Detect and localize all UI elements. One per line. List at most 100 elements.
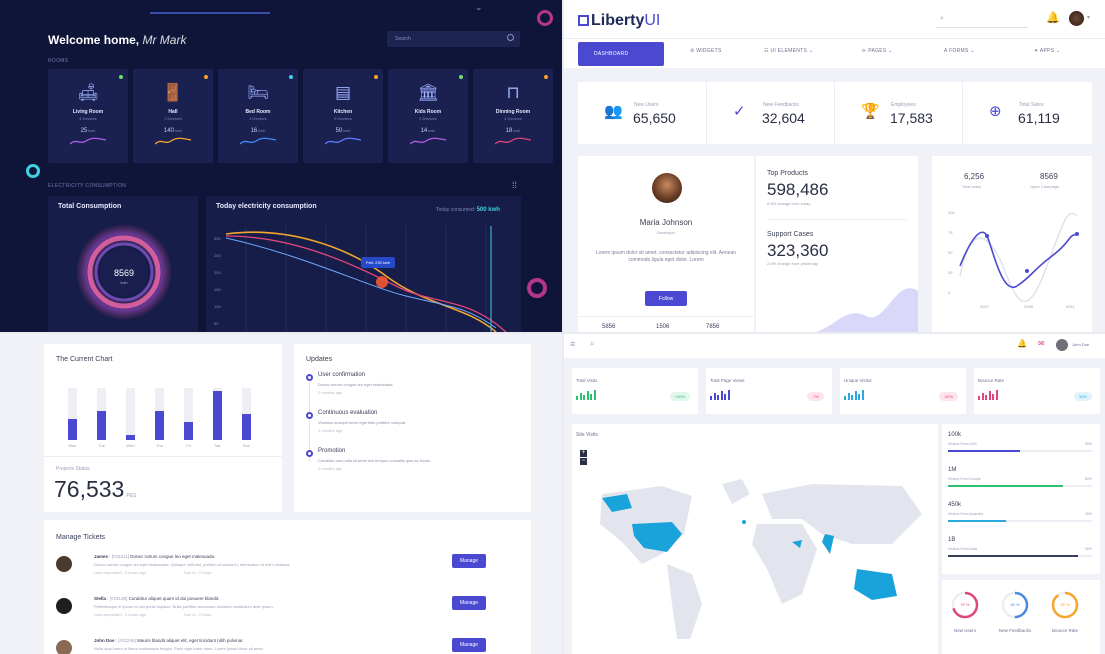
update-title: User confirmation [318, 372, 366, 378]
user-name[interactable]: John Doe [1072, 342, 1089, 347]
projects-status-value: 76,533 PES [54, 476, 137, 502]
spark-bar [861, 390, 864, 400]
liberty-logo[interactable]: LibertyUI [578, 12, 660, 30]
bar[interactable] [184, 421, 193, 440]
kpi-sparkbars [844, 390, 868, 400]
bar[interactable] [213, 390, 222, 440]
top-products-card: Top Products 598,486 6.5% change from to… [756, 156, 918, 332]
status-dot [544, 75, 548, 79]
bar[interactable] [242, 414, 251, 440]
search-icon[interactable] [507, 34, 514, 41]
nav-apps[interactable]: ✦ APPS ⌄ [1034, 48, 1061, 54]
room-card[interactable]: ⊓ Dinning Room 4 Devices 18kwh [473, 69, 553, 163]
bar[interactable] [68, 419, 77, 440]
avatar[interactable] [1056, 339, 1068, 351]
nav-widgets[interactable]: ⊘ WIDGETS [690, 48, 722, 54]
nav-dashboard[interactable]: DASHBOARD [578, 42, 664, 66]
x-tick: Fri [186, 443, 191, 448]
region-percent: 90% [1084, 547, 1092, 551]
nav-forms[interactable]: A FORMS ⌄ [944, 48, 975, 54]
x-tick: Thu [156, 443, 163, 448]
progress-line [150, 12, 270, 14]
search-icon[interactable]: ⌕ [590, 339, 594, 349]
room-card[interactable]: ▤ Kitchen 5 Devices 50kwh [303, 69, 383, 163]
stats-card: 👥 New Users 65,650 ✓ New Feedbacks 32,604 🏆 Emp… [578, 82, 1092, 144]
nav-ui-elements[interactable]: ☷ UI ELEMENTS ⌄ [764, 48, 813, 54]
status-dot [119, 75, 123, 79]
room-card[interactable]: 🛋 Living Room 4 Devices 25kwh [48, 69, 128, 163]
search-input[interactable]: Search [387, 31, 520, 47]
region-percent: 50% [1084, 442, 1092, 446]
room-name: Living Room [72, 109, 104, 115]
liberty-ui-dashboard: LibertyUI ⌕ 🔔 ▾ DASHBOARD ⊘ WIDGETS ☷ UI… [564, 0, 1105, 332]
ticket-due: Due in : 2 Days [184, 570, 212, 575]
region-label: Visitors From India [948, 547, 978, 551]
room-card[interactable]: 🏛 Kids Room 2 Devices 14kwh [388, 69, 468, 163]
manage-button[interactable]: Manage [452, 554, 486, 568]
update-text: Curabitur non nulla sit amet nisl tempus… [318, 458, 432, 463]
region-value: 1B [948, 537, 956, 543]
bar[interactable] [97, 411, 106, 440]
kpi-badge: -7% [806, 392, 824, 401]
toys-icon: 🏛 [417, 83, 439, 102]
region-value: 450k [948, 502, 962, 508]
projects-dashboard: The Current Chart Mon Tue Wed Thu Fri Sat Sun … [0, 334, 562, 654]
hamburger-icon[interactable]: ≡ [570, 339, 575, 349]
menu-icon[interactable]: ⁞⁞ [512, 180, 517, 190]
stat-value: 32,604 [762, 110, 805, 126]
profile-avatar[interactable] [652, 173, 682, 203]
world-map[interactable] [572, 424, 938, 654]
bar[interactable] [126, 434, 135, 440]
ticket-header: Stella : [#23135] Curabitur aliquet quam… [94, 596, 220, 601]
kpi-card: Unique Visitor -32% [840, 368, 966, 414]
ticket-last-responded: Last responded : 3 hours ago [94, 570, 147, 575]
region-percent: 80% [1084, 477, 1092, 481]
projects-status-label: Projects Status [56, 466, 90, 472]
rooms-label: ROOMS [48, 58, 69, 64]
total-unit: kwh [120, 280, 128, 285]
kpi-label: Total Visits [576, 378, 598, 383]
manage-button[interactable]: Manage [452, 596, 486, 610]
kpi-label: Unique Visitor [844, 378, 872, 383]
room-card[interactable]: 🛏 Bed Room 3 Devices 16kwh [218, 69, 298, 163]
room-sparkline [70, 137, 106, 145]
highlight-point[interactable] [376, 276, 388, 288]
donut-label: Bounce Rate [1051, 628, 1079, 633]
chart-tooltip: Feb: 230 kwh [361, 257, 396, 268]
bell-icon[interactable]: 🔔 [1046, 11, 1060, 24]
room-sparkline [155, 137, 191, 145]
stat-label: New Users [634, 102, 659, 108]
follow-button[interactable]: Follow [645, 291, 687, 306]
mail-icon[interactable]: ✉ [1038, 339, 1045, 348]
spark-bar [847, 393, 850, 400]
bar[interactable] [155, 411, 164, 440]
chevron-down-icon[interactable]: ▾ [1087, 14, 1090, 21]
stat-item: 🏆 Employees 17,583 [834, 82, 962, 144]
chevron-down-icon[interactable]: ⌄ [475, 2, 483, 13]
target-icon: ⊕ [989, 103, 1002, 120]
search-icon[interactable]: ⌕ [940, 15, 944, 23]
bell-icon[interactable]: 🔔 [1017, 339, 1027, 348]
profile-count: 1506 [656, 324, 670, 330]
profile-count: 5856 [602, 324, 616, 330]
manage-button[interactable]: Manage [452, 638, 486, 652]
room-card[interactable]: 🚪 Hall 3 Devices 140kwh [133, 69, 213, 163]
nav-pages[interactable]: ⊳ PAGES ⌄ [862, 48, 893, 54]
donut-percent: 90 % [1060, 602, 1070, 607]
kpi-sparkbars [978, 390, 1002, 400]
stat-item: ✓ New Feedbacks 32,604 [706, 82, 834, 144]
dining-table-icon: ⊓ [506, 83, 520, 102]
ticket-row: James : [#23211] Donec rutrum congue leo… [44, 554, 531, 590]
region-progress-fill [948, 555, 1078, 557]
stat-value: 17,583 [890, 110, 933, 126]
decor-ring-icon [26, 164, 40, 178]
spark-bar [995, 390, 998, 400]
donut-percent: 70 % [960, 602, 970, 607]
kpi-badge: 33% [1073, 392, 1092, 401]
room-devices: 3 Devices [249, 116, 267, 121]
avatar[interactable] [1069, 11, 1084, 26]
ticket-detail: Donec rutrum congue leo eget malesuada. … [94, 562, 291, 567]
room-sparkline [495, 137, 531, 145]
search-input[interactable]: ⌕ [936, 13, 1028, 28]
update-text: Donec rutrum congue leo eget malesuada. [318, 382, 394, 387]
